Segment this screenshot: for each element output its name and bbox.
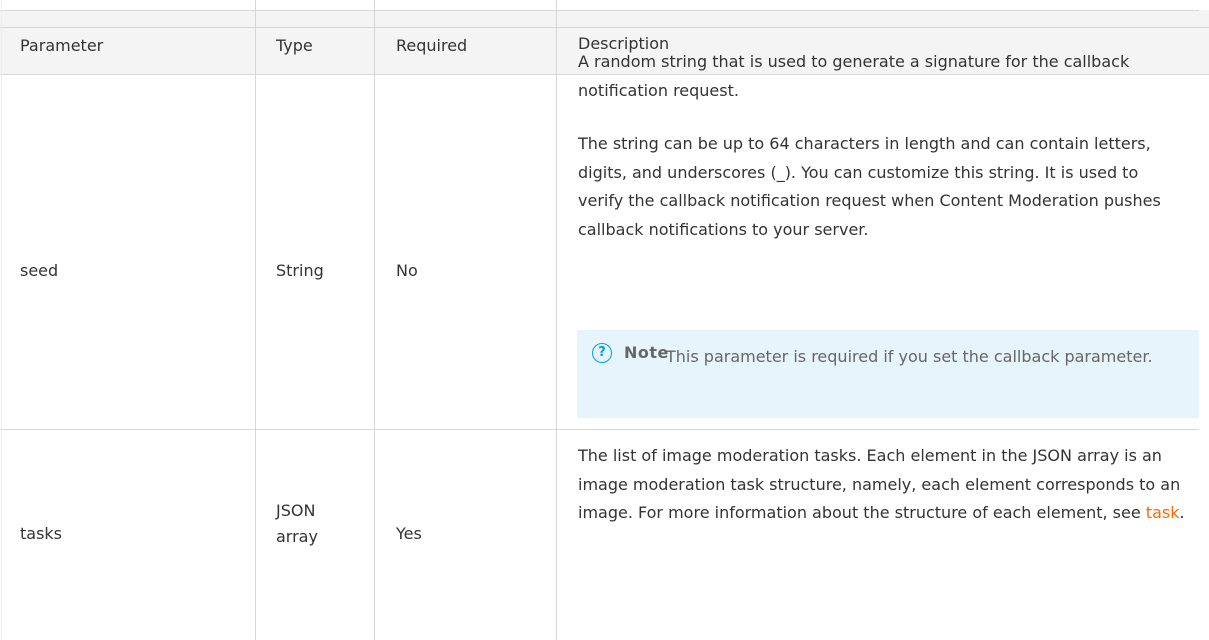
type-tasks-line2: array xyxy=(276,527,318,546)
seed-description-2: The string can be up to 64 characters in… xyxy=(578,134,1161,239)
param-seed: seed xyxy=(20,261,59,280)
tasks-description: The list of image moderation tasks. Each… xyxy=(578,442,1190,528)
header-parameter: Parameter xyxy=(20,36,104,55)
note-text: This parameter is required if you set th… xyxy=(666,342,1176,371)
tasks-description-end: . xyxy=(1179,503,1185,522)
table-left-border xyxy=(1,0,2,640)
row-separator xyxy=(0,429,1199,430)
note-box: ? Note This parameter is required if you… xyxy=(577,330,1199,418)
header-type: Type xyxy=(276,36,313,55)
column-divider-2 xyxy=(374,0,375,640)
type-seed: String xyxy=(276,261,324,280)
required-tasks: Yes xyxy=(396,524,422,543)
required-seed: No xyxy=(396,261,418,280)
type-tasks-line1: JSON xyxy=(276,501,316,520)
header-required: Required xyxy=(396,36,468,55)
note-title: Note xyxy=(624,343,669,362)
tasks-description-text: The list of image moderation tasks. Each… xyxy=(578,446,1181,522)
note-text-content: This parameter is required if you set th… xyxy=(666,347,1153,366)
column-divider-3 xyxy=(556,0,557,640)
header-top-strip xyxy=(0,10,1209,27)
question-circle-icon: ? xyxy=(592,343,612,363)
seed-description-1: A random string that is used to generate… xyxy=(578,52,1130,100)
task-link[interactable]: task xyxy=(1146,503,1180,522)
table-top-border xyxy=(0,10,1199,11)
param-tasks: tasks xyxy=(20,524,63,543)
header-strip-border xyxy=(0,27,1209,28)
column-divider-1 xyxy=(255,0,256,640)
